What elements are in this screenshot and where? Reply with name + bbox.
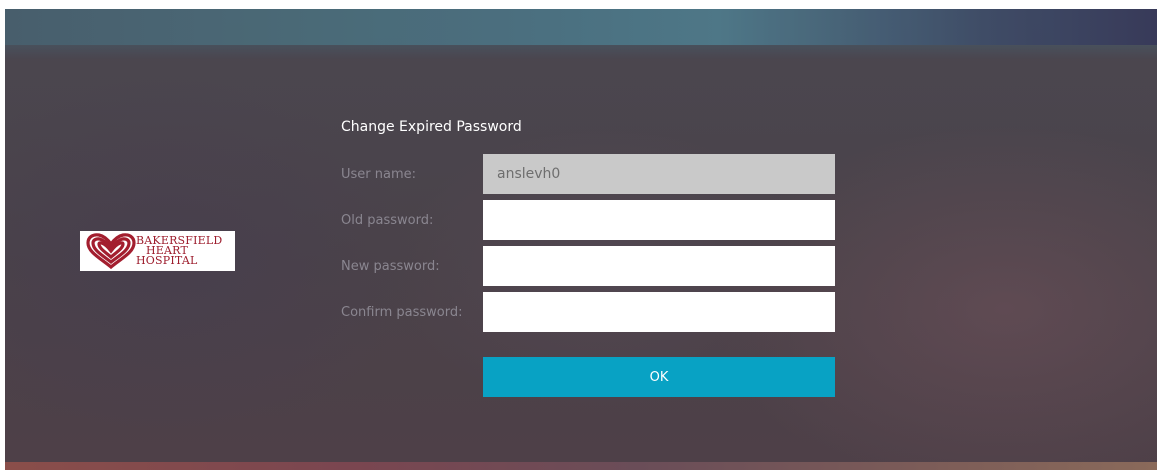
old-password-field[interactable]: [483, 200, 835, 240]
login-background: BAKERSFIELD HEART HOSPITAL Change Expire…: [5, 9, 1157, 470]
header-band: [5, 9, 1157, 59]
confirm-password-field[interactable]: [483, 292, 835, 332]
confirm-password-label: Confirm password:: [341, 305, 463, 320]
hospital-logo: BAKERSFIELD HEART HOSPITAL: [80, 231, 235, 271]
logo-text: BAKERSFIELD HEART HOSPITAL: [136, 235, 222, 267]
page-title: Change Expired Password: [341, 119, 522, 135]
logo-line-3: HOSPITAL: [136, 254, 198, 267]
old-password-label: Old password:: [341, 213, 434, 228]
footer-band: [5, 462, 1157, 470]
ok-button[interactable]: OK: [483, 357, 835, 397]
username-label: User name:: [341, 167, 417, 182]
new-password-field[interactable]: [483, 246, 835, 286]
new-password-label: New password:: [341, 259, 440, 274]
username-field[interactable]: [483, 154, 835, 194]
heart-logo-icon: [86, 233, 136, 270]
